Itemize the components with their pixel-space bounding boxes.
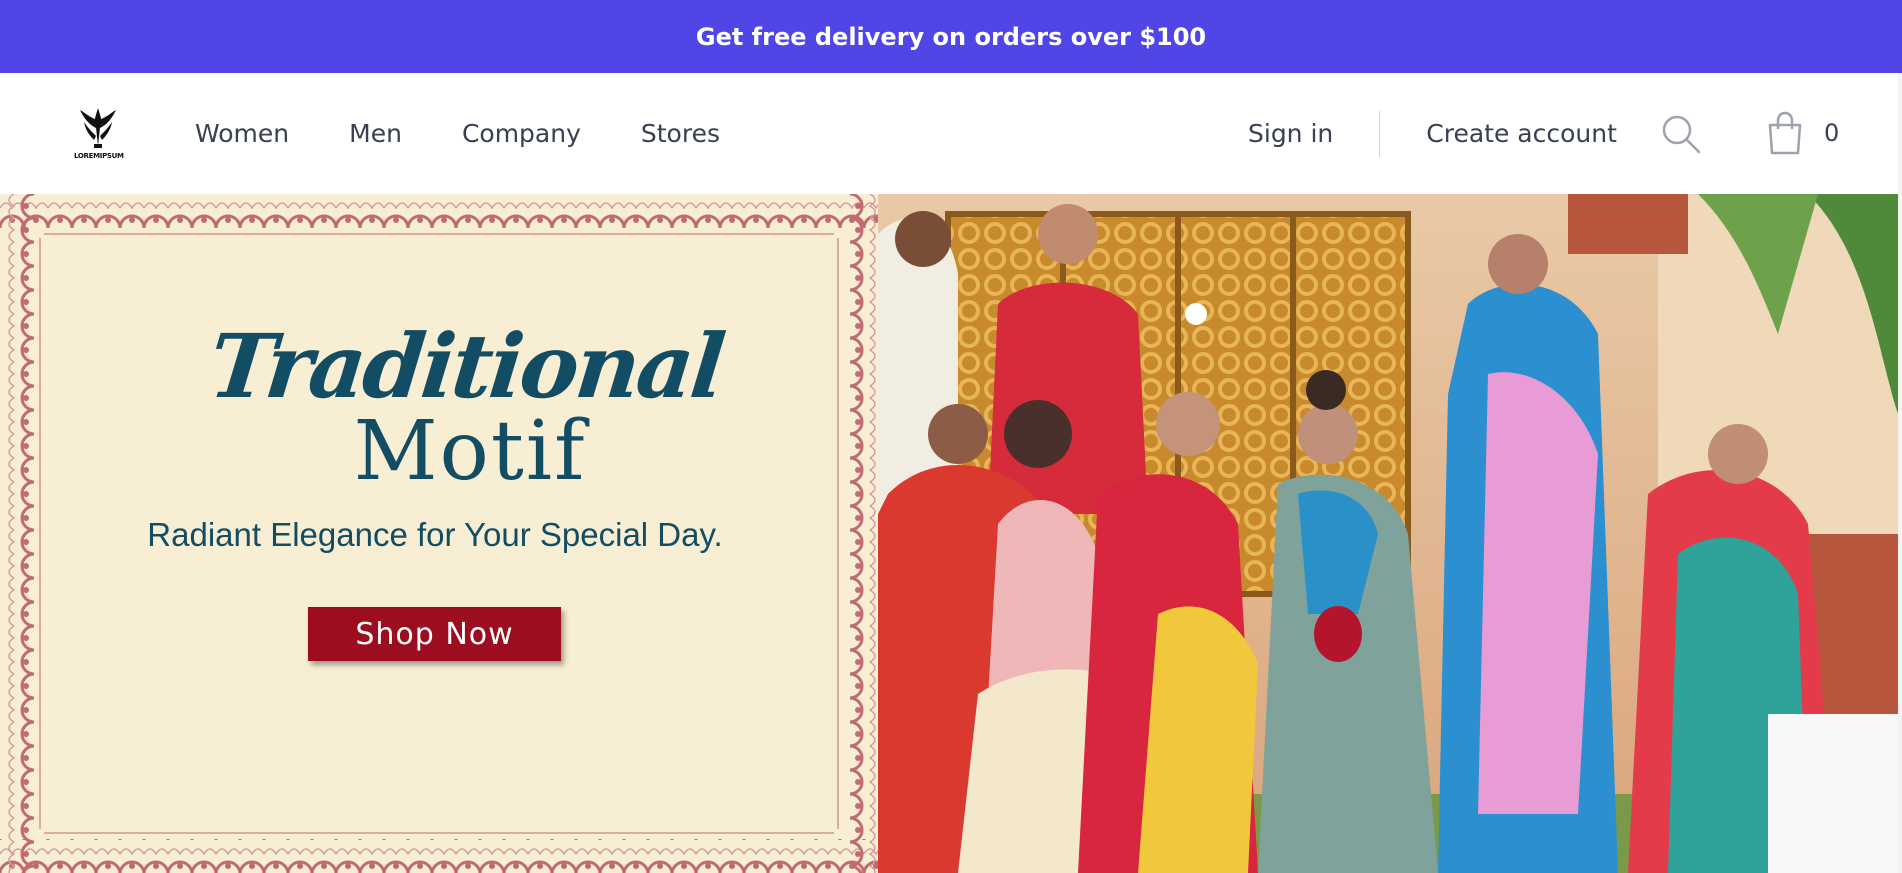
hero-text-panel: Traditional Motif Radiant Elegance for Y… [0, 194, 878, 873]
create-account-link[interactable]: Create account [1426, 119, 1617, 148]
promo-banner: Get free delivery on orders over $100 [0, 0, 1902, 73]
auth-divider [1379, 110, 1381, 157]
shop-now-button[interactable]: Shop Now [308, 607, 561, 661]
main-nav: Women Men Company Stores [195, 73, 720, 194]
search-icon [1662, 115, 1701, 154]
hero-photo [878, 194, 1898, 873]
group-in-sarees-image [878, 194, 1898, 873]
nav-stores[interactable]: Stores [641, 119, 720, 148]
page-scrollbar-track [1898, 73, 1902, 873]
account-links: Sign in Create account [1248, 73, 1617, 194]
logo-wordmark: LOREMIPSUM [74, 152, 124, 160]
hero-tagline: Radiant Elegance for Your Special Day. [147, 516, 723, 553]
sign-in-link[interactable]: Sign in [1248, 119, 1333, 148]
hero-banner: Traditional Motif Radiant Elegance for Y… [0, 194, 1898, 873]
shopping-bag-icon [1768, 111, 1802, 155]
search-button[interactable] [1660, 113, 1702, 155]
brand-logo[interactable]: LOREMIPSUM [74, 106, 124, 164]
promo-text: Get free delivery on orders over $100 [695, 22, 1207, 51]
site-header: LOREMIPSUM Women Men Company Stores Sign… [0, 73, 1902, 195]
hero-title-script: Traditional [204, 314, 728, 418]
cart-count: 0 [1824, 119, 1840, 147]
nav-company[interactable]: Company [462, 119, 581, 148]
cart-button[interactable]: 0 [1766, 110, 1839, 156]
logo-emblem-icon [80, 108, 116, 148]
nav-women[interactable]: Women [195, 119, 289, 148]
nav-men[interactable]: Men [349, 119, 402, 148]
hero-title-serif: Motif [353, 404, 587, 499]
